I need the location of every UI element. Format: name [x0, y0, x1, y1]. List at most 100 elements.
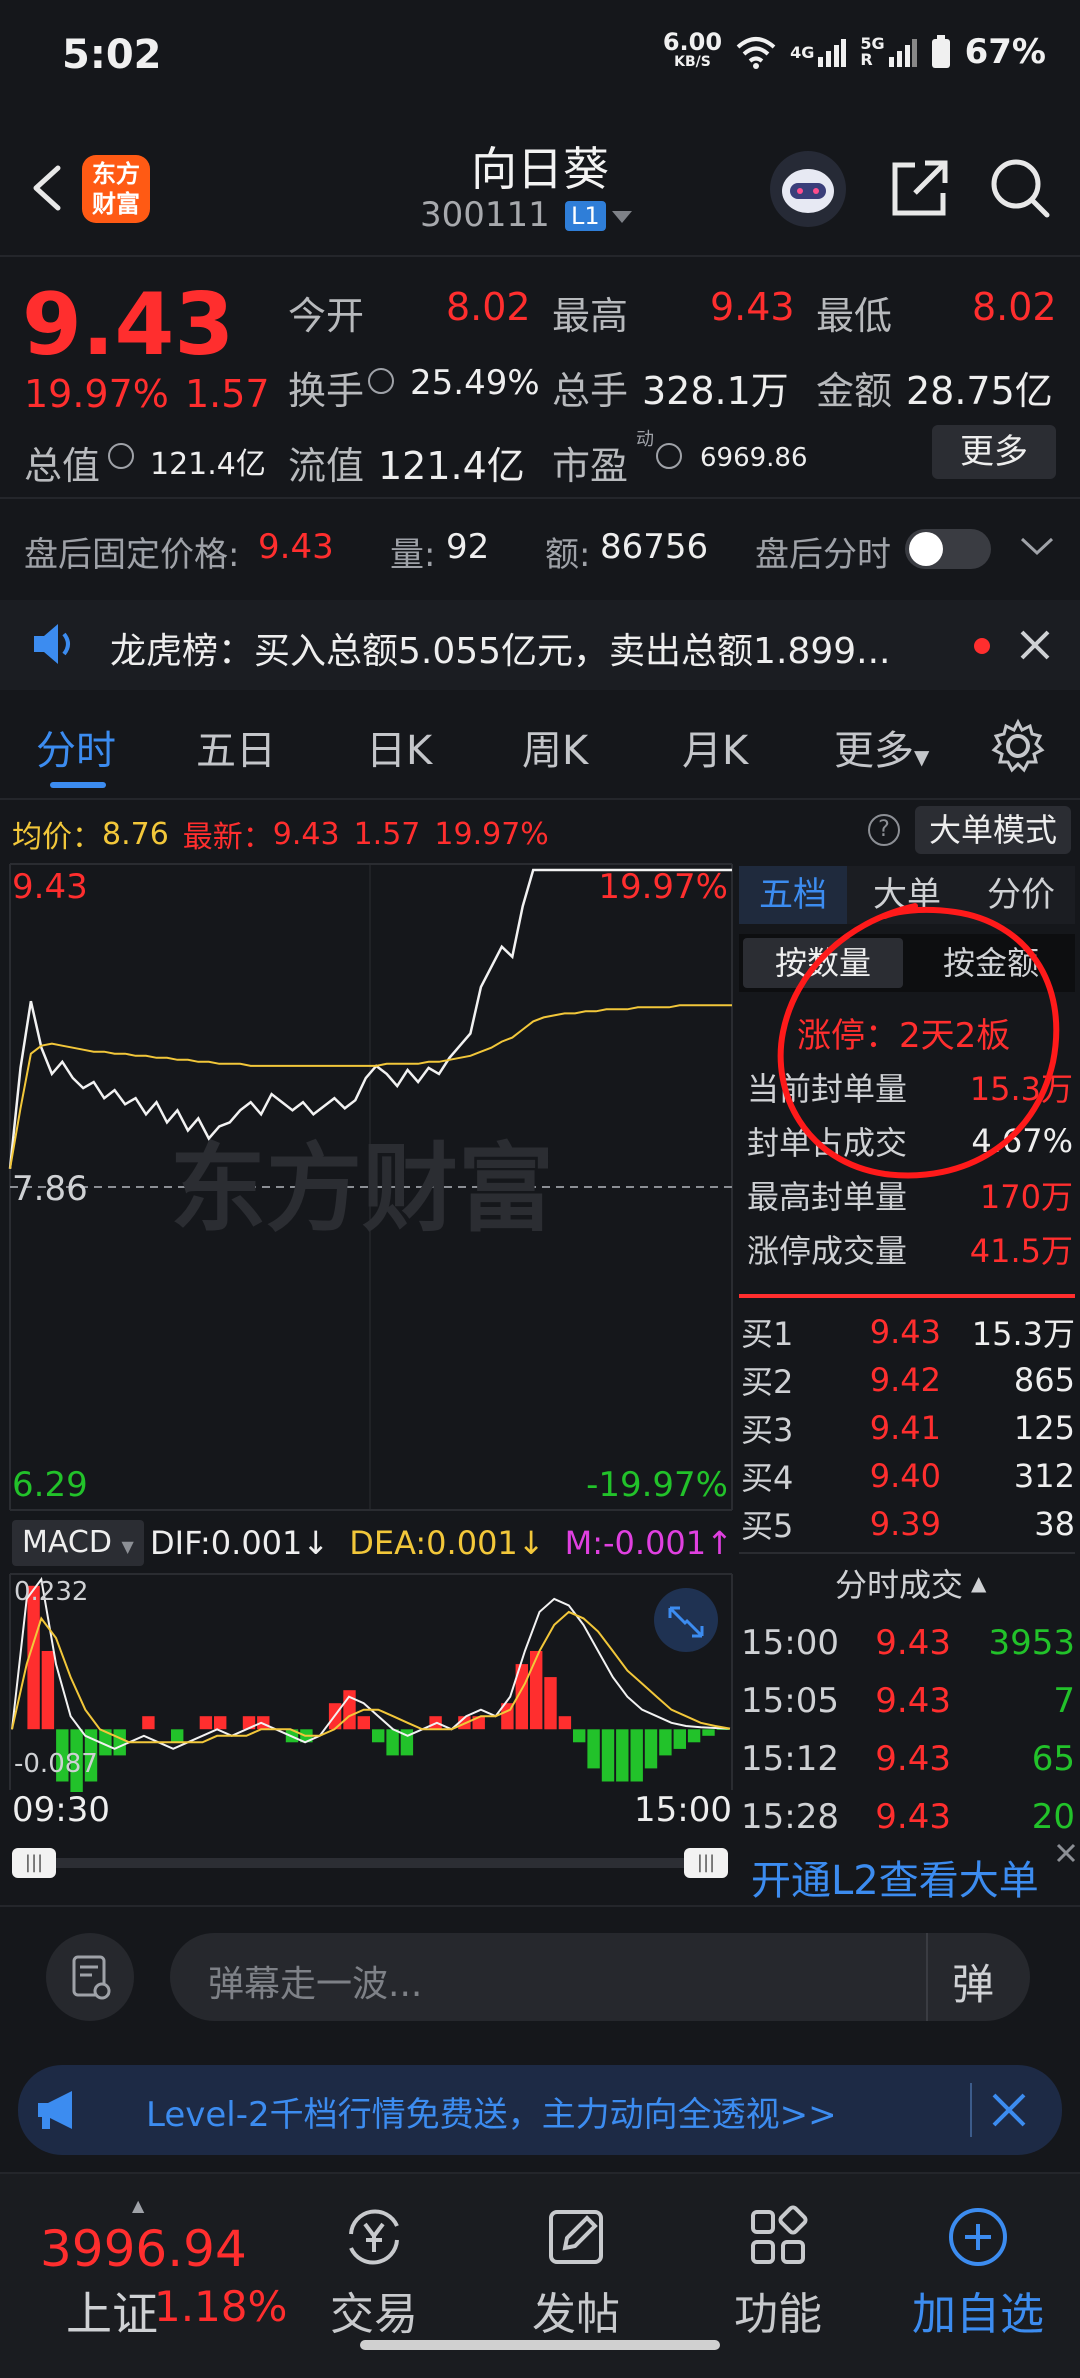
trade-row: 15:12 9.43 65	[741, 1730, 1075, 1788]
index-change-pct: 1.18%	[154, 2282, 288, 2331]
intraday-chart[interactable]: 东方财富 9.43 7.86 6.29 19.97% -19.97%	[0, 862, 735, 1512]
more-button[interactable]: 更多	[932, 425, 1056, 479]
macd-histogram-bar	[558, 1716, 572, 1730]
scroller-left-handle[interactable]: |||	[12, 1848, 56, 1878]
help-icon[interactable]: ?	[868, 814, 900, 846]
macd-chart[interactable]: 0.232 -0.087	[0, 1572, 735, 1808]
y-axis-mid-label: 7.86	[12, 1169, 88, 1209]
tab-weekly-k[interactable]: 周K	[522, 718, 588, 776]
l2-upgrade-link[interactable]: 开通L2查看大单	[735, 1842, 1080, 1904]
back-arrow-icon[interactable]	[22, 160, 78, 216]
trades-title: 分时成交	[835, 1566, 964, 1604]
nav-trade[interactable]: 交易	[294, 2204, 454, 2342]
stock-code[interactable]: 300111	[420, 195, 550, 235]
tab-intraday[interactable]: 分时	[36, 718, 116, 776]
info-icon[interactable]	[656, 443, 682, 469]
caret-up-icon: ▲	[971, 1571, 987, 1595]
robot-assistant-icon[interactable]	[770, 151, 846, 227]
bid-row[interactable]: 买4 9.40 312	[741, 1452, 1075, 1500]
x-axis-end-label: 15:00	[634, 1790, 732, 1830]
settings-gear-icon[interactable]	[990, 718, 1046, 774]
float-value: 121.4亿	[378, 444, 525, 488]
after-hours-toggle[interactable]	[905, 529, 991, 569]
bid-row[interactable]: 买5 9.39 38	[741, 1500, 1075, 1548]
macd-values: DIF: 0.001 ↓ DEA: 0.001 ↓ M: -0.001 ↑	[150, 1524, 733, 1562]
dif-label: DIF:	[150, 1524, 211, 1562]
indicator-selector-label: MACD	[22, 1525, 112, 1560]
level2-promo-banner[interactable]: Level-2千档行情免费送，主力动向全透视>>	[18, 2065, 1062, 2155]
bid-row[interactable]: 买2 9.42 865	[741, 1356, 1075, 1404]
danmu-list-button[interactable]	[46, 1933, 134, 2021]
volume-label: 总手	[552, 369, 629, 413]
big-order-mode-button[interactable]: 大单模式	[915, 806, 1071, 854]
close-icon[interactable]	[1018, 628, 1052, 662]
bid-row[interactable]: 买3 9.41 125	[741, 1404, 1075, 1452]
promo-divider	[970, 2083, 972, 2137]
tab-more[interactable]: 更多▼	[834, 718, 929, 776]
indicator-caret-icon: ▼	[121, 1537, 134, 1556]
pct-axis-top-label: 19.97%	[598, 867, 728, 907]
nav-add-watchlist[interactable]: 加自选	[898, 2204, 1058, 2342]
dropdown-triangle-icon[interactable]	[612, 211, 632, 225]
unread-dot	[974, 638, 990, 654]
index-value: 3996.94	[40, 2220, 247, 2278]
trade-volume: 65	[1031, 1739, 1075, 1779]
search-icon[interactable]	[985, 153, 1055, 223]
stat-value: 41.5万	[969, 1232, 1073, 1270]
macd-histogram-bar	[687, 1729, 701, 1743]
promo-text: Level-2千档行情免费送，主力动向全透视>>	[146, 2095, 837, 2135]
signal-roaming-label: R	[860, 50, 873, 69]
bid-row[interactable]: 买1 9.43 15.3万	[741, 1308, 1075, 1356]
app-logo[interactable]: 东方 财富	[82, 155, 150, 223]
scroller-right-handle[interactable]: |||	[684, 1848, 728, 1878]
avg-price-label: 均价：	[12, 820, 102, 855]
nav-post[interactable]: 发帖	[496, 2204, 656, 2342]
trades-header[interactable]: 分时成交 ▲	[835, 1560, 986, 1606]
info-icon[interactable]	[368, 368, 394, 394]
bid-price: 9.39	[869, 1505, 941, 1543]
bid-price: 9.42	[869, 1361, 941, 1399]
nav-add-watchlist-label: 加自选	[912, 2289, 1044, 2340]
status-bar: 5:02 6.00 KB/S 4G 5G R 67%	[0, 0, 1080, 115]
news-ticker[interactable]: 龙虎榜：买入总额5.055亿元，卖出总额1.899...	[0, 600, 1080, 690]
y-axis-bottom-label: 6.29	[12, 1465, 88, 1505]
tab-more-caret-icon: ▼	[914, 745, 930, 769]
status-time: 5:02	[62, 32, 162, 78]
trade-price: 9.43	[875, 1681, 951, 1721]
latest-price-value: 9.43	[272, 816, 340, 852]
nav-features[interactable]: 功能	[698, 2204, 858, 2342]
home-indicator[interactable]	[360, 2340, 720, 2350]
trade-volume: 3953	[988, 1623, 1075, 1663]
index-ticker[interactable]: ▲ 3996.94 上证 1.18%	[20, 2194, 290, 2354]
macd-histogram-bar	[386, 1729, 399, 1756]
share-icon[interactable]	[885, 153, 955, 223]
close-icon[interactable]	[1055, 1842, 1077, 1864]
danmu-toggle-icon[interactable]: 弹	[952, 1951, 994, 2012]
pct-axis-bottom-label: -19.97%	[586, 1465, 728, 1505]
danmu-placeholder: 弹幕走一波...	[208, 1964, 423, 2005]
bid-divider	[739, 1294, 1075, 1298]
nav-features-label: 功能	[734, 2289, 822, 2340]
macd-histogram-bar	[530, 1651, 543, 1730]
tab-five-day[interactable]: 五日	[196, 718, 276, 776]
yuan-exchange-icon	[349, 2209, 399, 2265]
indicator-selector[interactable]: MACD ▼	[12, 1520, 144, 1566]
time-range-scroller[interactable]: ||| |||	[0, 1846, 735, 1882]
tab-monthly-k[interactable]: 月K	[682, 718, 748, 776]
trade-volume: 20	[1031, 1797, 1075, 1837]
dif-arrow-icon: ↓	[302, 1524, 330, 1562]
mcap-value: 121.4亿	[150, 447, 266, 482]
time-axis: 09:30 15:00	[0, 1790, 735, 1840]
trade-list: 15:00 9.43 3953 15:05 9.43 7 15:12 9.43 65 15:…	[741, 1614, 1075, 1846]
chevron-down-icon[interactable]	[1020, 535, 1054, 559]
tab-daily-k[interactable]: 日K	[366, 718, 432, 776]
plus-circle-icon	[949, 2208, 1007, 2266]
close-icon[interactable]	[990, 2091, 1028, 2129]
level-badge[interactable]: L1	[565, 201, 606, 231]
intraday-chart-svg: 东方财富 9.43 7.86 6.29 19.97% -19.97%	[8, 863, 733, 1511]
chart-info-bar: 均价： 8.76 最新： 9.43 1.57 19.97% ? 大单模式	[0, 800, 1080, 860]
trade-row: 15:28 9.43 20	[741, 1788, 1075, 1846]
macd-histogram-bar	[142, 1716, 155, 1730]
danmu-input[interactable]: 弹幕走一波... 弹	[170, 1933, 1030, 2021]
info-icon[interactable]	[108, 443, 134, 469]
